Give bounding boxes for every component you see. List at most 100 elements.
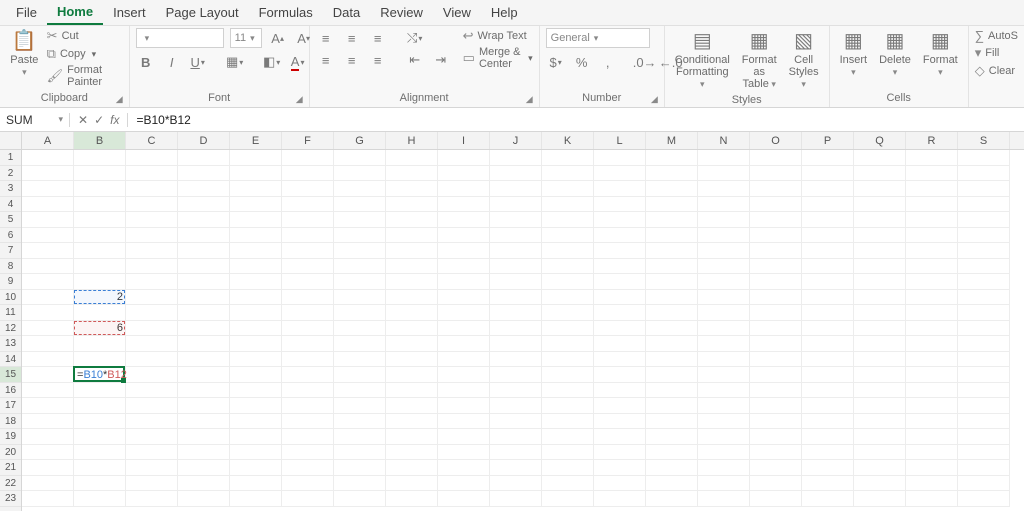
- cell[interactable]: [958, 259, 1010, 275]
- cell[interactable]: [22, 305, 74, 321]
- cell[interactable]: [958, 150, 1010, 166]
- cell[interactable]: [906, 445, 958, 461]
- cell[interactable]: [854, 290, 906, 306]
- cell[interactable]: [230, 445, 282, 461]
- cell[interactable]: [906, 383, 958, 399]
- tab-view[interactable]: View: [433, 1, 481, 24]
- cell[interactable]: [22, 383, 74, 399]
- col-header[interactable]: K: [542, 132, 594, 149]
- cell[interactable]: [438, 290, 490, 306]
- cell[interactable]: [22, 212, 74, 228]
- cell[interactable]: [802, 414, 854, 430]
- row-header[interactable]: 19: [0, 429, 21, 445]
- cell[interactable]: [854, 259, 906, 275]
- cell[interactable]: [386, 305, 438, 321]
- cell[interactable]: [958, 445, 1010, 461]
- cell[interactable]: [74, 228, 126, 244]
- cell[interactable]: [958, 197, 1010, 213]
- cell[interactable]: [958, 429, 1010, 445]
- cell[interactable]: [646, 445, 698, 461]
- cell[interactable]: [854, 352, 906, 368]
- cell[interactable]: [438, 228, 490, 244]
- cell[interactable]: [178, 336, 230, 352]
- cell[interactable]: [126, 352, 178, 368]
- cell[interactable]: [594, 166, 646, 182]
- cell[interactable]: [698, 321, 750, 337]
- cell[interactable]: [802, 491, 854, 507]
- cell[interactable]: [178, 414, 230, 430]
- cell[interactable]: [802, 166, 854, 182]
- cell[interactable]: [74, 305, 126, 321]
- cell[interactable]: [126, 321, 178, 337]
- cell[interactable]: [698, 398, 750, 414]
- row-header[interactable]: 7: [0, 243, 21, 259]
- cell[interactable]: [334, 321, 386, 337]
- cell[interactable]: [282, 259, 334, 275]
- cell[interactable]: [750, 197, 802, 213]
- cell[interactable]: [282, 491, 334, 507]
- cell[interactable]: [542, 336, 594, 352]
- cell[interactable]: [750, 305, 802, 321]
- cells-area[interactable]: 26=B10*B12: [22, 150, 1024, 507]
- cell[interactable]: [750, 259, 802, 275]
- cell[interactable]: [230, 491, 282, 507]
- cell[interactable]: [958, 383, 1010, 399]
- cell[interactable]: [22, 197, 74, 213]
- row-header[interactable]: 18: [0, 414, 21, 430]
- row-header[interactable]: 9: [0, 274, 21, 290]
- cell[interactable]: [906, 259, 958, 275]
- cell[interactable]: [958, 321, 1010, 337]
- align-middle-icon[interactable]: ≡: [342, 28, 362, 48]
- cell[interactable]: [750, 352, 802, 368]
- cell[interactable]: [542, 259, 594, 275]
- cell[interactable]: [438, 197, 490, 213]
- row-header[interactable]: 12: [0, 321, 21, 337]
- orientation-button[interactable]: ⤭: [405, 28, 425, 48]
- cell[interactable]: [126, 336, 178, 352]
- cell[interactable]: [74, 429, 126, 445]
- cell[interactable]: [490, 367, 542, 383]
- cell[interactable]: [646, 491, 698, 507]
- cell[interactable]: [854, 166, 906, 182]
- cell[interactable]: [22, 445, 74, 461]
- cell[interactable]: [646, 367, 698, 383]
- select-all-corner[interactable]: [0, 132, 21, 150]
- row-header[interactable]: 11: [0, 305, 21, 321]
- cell[interactable]: [750, 445, 802, 461]
- cell[interactable]: [126, 150, 178, 166]
- row-header[interactable]: 13: [0, 336, 21, 352]
- cell[interactable]: [750, 166, 802, 182]
- cut-button[interactable]: ✂Cut: [47, 28, 123, 44]
- cell[interactable]: [542, 150, 594, 166]
- cell[interactable]: [178, 460, 230, 476]
- cell[interactable]: [646, 259, 698, 275]
- cell[interactable]: [698, 476, 750, 492]
- increase-decimal-button[interactable]: .0→: [635, 52, 655, 72]
- cell[interactable]: [126, 166, 178, 182]
- cell[interactable]: [542, 445, 594, 461]
- cell[interactable]: [438, 429, 490, 445]
- cell[interactable]: [22, 414, 74, 430]
- cell[interactable]: [334, 181, 386, 197]
- cell[interactable]: [438, 212, 490, 228]
- active-cell-editor[interactable]: =B10*B12: [73, 366, 125, 382]
- cell[interactable]: [854, 429, 906, 445]
- cell[interactable]: [230, 259, 282, 275]
- cell[interactable]: [386, 336, 438, 352]
- row-header[interactable]: 23: [0, 491, 21, 507]
- cell[interactable]: [490, 228, 542, 244]
- cell[interactable]: [594, 414, 646, 430]
- cell[interactable]: [698, 367, 750, 383]
- cell[interactable]: [22, 290, 74, 306]
- cell[interactable]: [178, 243, 230, 259]
- col-header[interactable]: B: [74, 132, 126, 149]
- cell[interactable]: [802, 429, 854, 445]
- font-name-select[interactable]: [136, 28, 224, 48]
- cell[interactable]: [854, 243, 906, 259]
- cell[interactable]: [438, 305, 490, 321]
- cell[interactable]: [854, 150, 906, 166]
- cell[interactable]: [594, 367, 646, 383]
- cell[interactable]: [438, 398, 490, 414]
- cell[interactable]: [334, 491, 386, 507]
- cell[interactable]: [802, 290, 854, 306]
